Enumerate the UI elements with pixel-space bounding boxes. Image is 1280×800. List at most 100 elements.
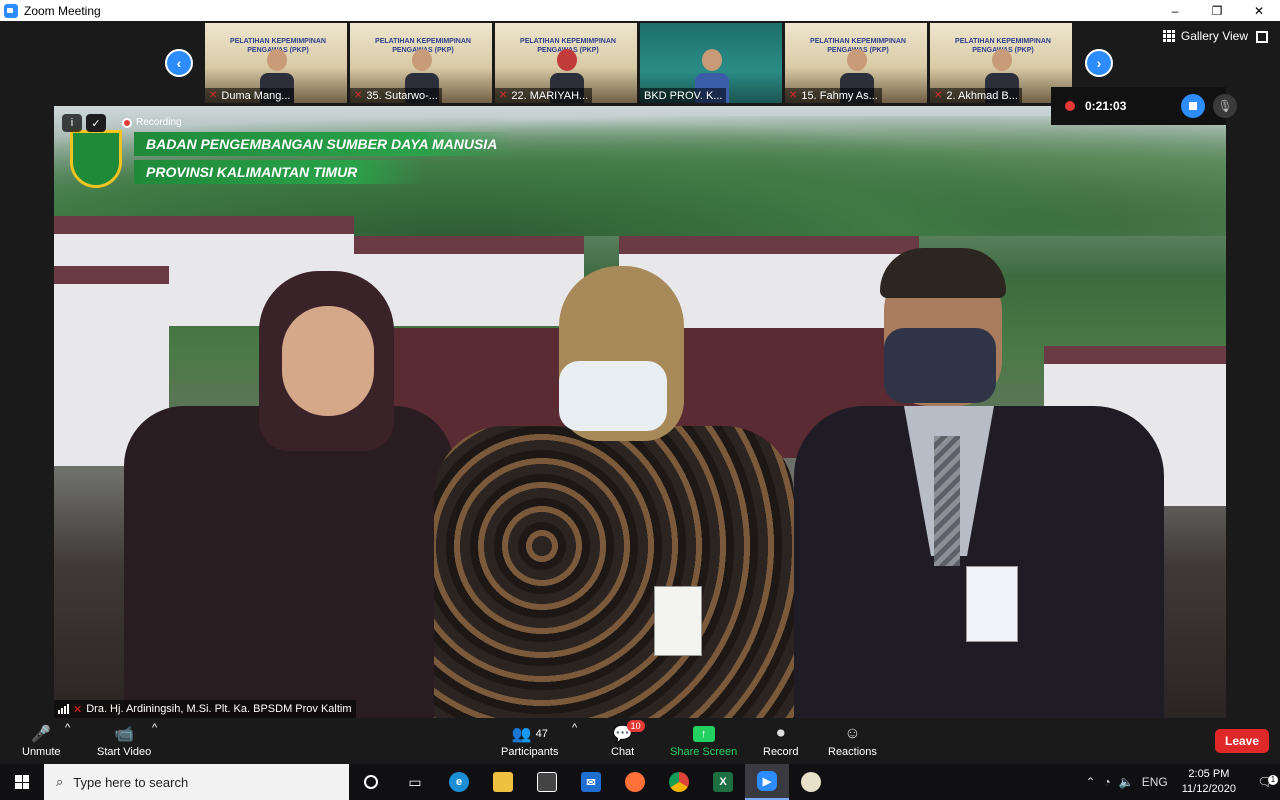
edge-icon[interactable]: e <box>437 764 481 800</box>
start-video-button[interactable]: 📹 Start Video <box>97 722 151 758</box>
thumbnail-label: ✕ 22. MARIYAH... <box>495 88 593 103</box>
share-screen-button[interactable]: ↑ Share Screen <box>670 722 737 758</box>
chevron-up-icon[interactable]: ⌃ <box>1085 775 1095 789</box>
chat-label: Chat <box>611 746 635 758</box>
participants-button[interactable]: 👥 47 Participants <box>501 722 558 758</box>
recording-panel: 0:21:03 🎙 <box>1051 87 1237 125</box>
participant-name: 35. Sutarwo-... <box>366 89 438 102</box>
participants-glyph: 👥 47 <box>512 722 548 746</box>
reactions-button[interactable]: ☺ Reactions <box>828 722 877 758</box>
meeting-toolbar: 🎤 Unmute ^ 📹 Start Video ^ 👥 47 Particip… <box>0 718 1280 764</box>
record-button[interactable]: ⏺ Record <box>763 722 798 758</box>
window-title: Zoom Meeting <box>24 3 101 18</box>
thumbnail-label: ✕ Duma Mang... <box>205 88 295 103</box>
window-titlebar: Zoom Meeting – ❐ ✕ <box>0 0 1280 21</box>
taskbar-clock[interactable]: 2:05 PM 11/12/2020 <box>1182 767 1236 797</box>
clock-time: 2:05 PM <box>1188 768 1230 780</box>
video-off-icon: 📹 <box>114 726 135 743</box>
meeting-info-icons: i ✓ <box>62 114 106 132</box>
system-tray: ⌃ ◔ 🔈 ENG 2:05 PM 11/12/2020 🗨 1 <box>1081 764 1280 800</box>
banner-line-2: PROVINSI KALIMANTAN TIMUR <box>134 160 424 184</box>
muted-mic-icon: ✕ <box>934 90 943 101</box>
leave-button[interactable]: Leave <box>1215 729 1269 753</box>
participant-name: BKD PROV. K... <box>644 89 723 102</box>
participants-options-caret[interactable]: ^ <box>572 722 577 734</box>
recording-indicator: Recording <box>122 117 182 128</box>
participant-thumbnail[interactable]: PELATIHAN KEPEMIMPINAN PENGAWAS (PKP) ✕ … <box>495 23 637 103</box>
muted-mic-icon: ✕ <box>73 703 83 716</box>
zoom-taskbar-icon[interactable]: ▶ <box>745 764 789 800</box>
thumbnail-label: BKD PROV. K... <box>640 88 727 103</box>
record-label: Record <box>763 746 799 758</box>
share-screen-icon: ↑ <box>692 726 715 742</box>
excel-icon[interactable]: X <box>701 764 745 800</box>
fullscreen-icon[interactable] <box>1256 31 1268 43</box>
chat-icon: 💬 10 <box>613 720 645 746</box>
participants-icon: 👥 <box>511 726 532 743</box>
kaltim-logo <box>70 130 122 188</box>
video-options-caret[interactable]: ^ <box>152 722 157 734</box>
participants-label: Participants <box>501 746 559 758</box>
info-icon[interactable]: i <box>62 114 82 132</box>
participant-count: 47 <box>535 728 548 740</box>
unmute-button[interactable]: 🎤 Unmute <box>22 722 61 758</box>
record-icon: ⏺ <box>776 725 785 742</box>
mic-muted-icon: 🎤 <box>31 726 52 743</box>
audio-options-caret[interactable]: ^ <box>65 722 70 734</box>
participant-thumbnail[interactable]: BKD PROV. K... <box>640 23 782 103</box>
next-page-button[interactable]: › <box>1085 49 1113 77</box>
muted-mic-icon: ✕ <box>209 90 218 101</box>
network-icon[interactable]: ◔ <box>1104 775 1111 789</box>
restore-button[interactable]: ❐ <box>1196 0 1238 21</box>
thumbnail-label: ✕ 35. Sutarwo-... <box>350 88 442 103</box>
search-placeholder: Type here to search <box>73 774 189 790</box>
muted-mic-icon: ✕ <box>499 90 508 101</box>
file-explorer-icon[interactable] <box>481 764 525 800</box>
chat-button[interactable]: 💬 10 Chat <box>611 720 645 758</box>
search-icon: ⌕ <box>56 774 64 789</box>
participant-thumbnail[interactable]: PELATIHAN KEPEMIMPINAN PENGAWAS (PKP) ✕ … <box>350 23 492 103</box>
mic-off-icon[interactable]: 🎙 <box>1213 94 1237 118</box>
notification-center-button[interactable]: 🗨 1 <box>1250 775 1280 789</box>
muted-mic-icon: ✕ <box>354 90 363 101</box>
volume-icon[interactable]: 🔈 <box>1119 775 1134 789</box>
participant-name: 2. Akhmad B... <box>946 89 1018 102</box>
recording-label: Recording <box>136 117 182 128</box>
zoom-app-icon <box>4 3 18 18</box>
thumbnail-label: ✕ 2. Akhmad B... <box>930 88 1022 103</box>
participant-thumbnail[interactable]: PELATIHAN KEPEMIMPINAN PENGAWAS (PKP) ✕ … <box>785 23 927 103</box>
start-video-label: Start Video <box>97 746 152 758</box>
thumbnail-label: ✕ 15. Fahmy As... <box>785 88 882 103</box>
participant-strip: PELATIHAN KEPEMIMPINAN PENGAWAS (PKP) ✕ … <box>205 23 1072 103</box>
close-button[interactable]: ✕ <box>1238 0 1280 21</box>
cortana-icon[interactable] <box>349 764 393 800</box>
participant-name: 22. MARIYAH... <box>511 89 589 102</box>
chat-unread-badge: 10 <box>626 720 645 732</box>
recording-timer: 0:21:03 <box>1085 99 1127 113</box>
gallery-view-button[interactable]: Gallery View <box>1162 29 1248 43</box>
shield-icon[interactable]: ✓ <box>86 114 106 132</box>
firefox-icon[interactable] <box>613 764 657 800</box>
task-view-icon[interactable]: ▭ <box>393 764 437 800</box>
notification-count: 1 <box>1268 775 1278 785</box>
signal-strength-icon <box>58 704 69 714</box>
participant-thumbnail[interactable]: PELATIHAN KEPEMIMPINAN PENGAWAS (PKP) ✕ … <box>205 23 347 103</box>
mail-icon[interactable]: ✉ <box>569 764 613 800</box>
speaker-name-label: ✕ Dra. Hj. Ardiningsih, M.Si. Plt. Ka. B… <box>54 700 356 718</box>
participant-name: 15. Fahmy As... <box>801 89 878 102</box>
paint-icon[interactable] <box>789 764 833 800</box>
input-method-icon[interactable]: ENG <box>1142 775 1168 789</box>
recording-dot-icon <box>1065 101 1075 111</box>
share-screen-label: Share Screen <box>670 746 738 758</box>
taskbar-search-box[interactable]: ⌕ Type here to search <box>44 764 349 800</box>
stop-recording-button[interactable] <box>1181 94 1205 118</box>
recording-dot-icon <box>122 117 132 128</box>
speaker-name: Dra. Hj. Ardiningsih, M.Si. Plt. Ka. BPS… <box>86 703 352 715</box>
prev-page-button[interactable]: ‹ <box>165 49 193 77</box>
active-speaker-video: BADAN PENGEMBANGAN SUMBER DAYA MANUSIA P… <box>54 106 1226 718</box>
start-button[interactable] <box>0 764 44 800</box>
store-icon[interactable] <box>525 764 569 800</box>
clock-date: 11/12/2020 <box>1181 783 1236 795</box>
minimize-button[interactable]: – <box>1154 0 1196 21</box>
chrome-icon[interactable] <box>657 764 701 800</box>
